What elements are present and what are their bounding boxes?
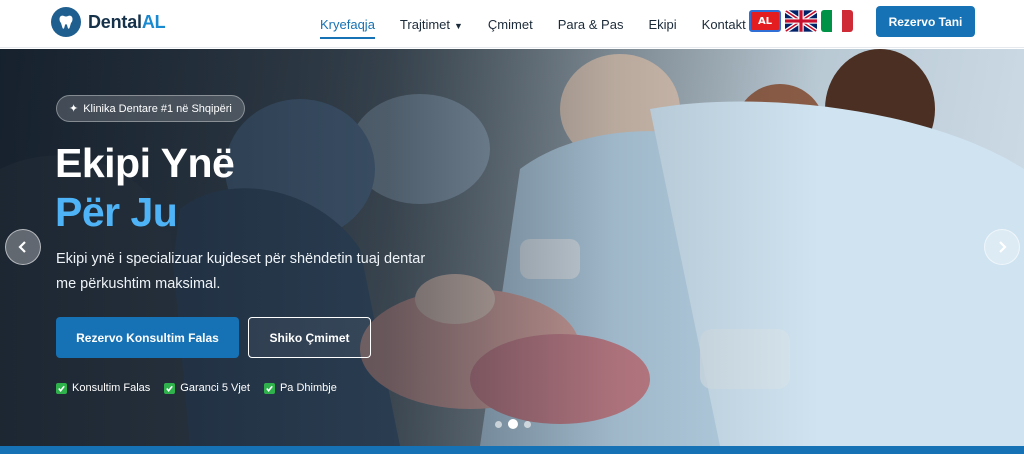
feature-item: Garanci 5 Vjet	[164, 382, 250, 394]
prev-slide-button[interactable]	[5, 229, 41, 265]
sparkle-icon: ✦	[69, 102, 79, 115]
nav-item-ekipi[interactable]: Ekipi	[648, 17, 676, 32]
hero-badge: ✦ Klinika Dentare #1 në Shqipëri	[56, 95, 245, 122]
hero-title-line2: Për Ju	[55, 189, 178, 235]
uk-flag-icon[interactable]	[785, 10, 817, 32]
book-consultation-button[interactable]: Rezervo Konsultim Falas	[56, 317, 239, 358]
italy-flag-icon[interactable]	[821, 10, 853, 32]
chevron-down-icon: ▼	[454, 20, 463, 31]
language-switcher: AL	[749, 10, 853, 32]
nav-item-para-pas[interactable]: Para & Pas	[558, 17, 624, 32]
checkmark-icon	[164, 382, 176, 394]
nav-item-trajtimet[interactable]: Trajtimet ▼	[400, 17, 463, 32]
hero-subtitle: Ekipi ynë i specializuar kujdeset për sh…	[56, 251, 426, 292]
slide-dot-3[interactable]	[524, 420, 531, 428]
hero-title-line1: Ekipi Ynë	[55, 140, 235, 186]
feature-item: Konsultim Falas	[56, 382, 150, 394]
tooth-icon	[51, 7, 81, 37]
chevron-left-icon	[18, 241, 26, 253]
slide-dot-1[interactable]	[495, 420, 502, 428]
feature-item: Pa Dhimbje	[263, 382, 337, 394]
nav-item-kryefaqja[interactable]: Kryefaqja	[320, 17, 375, 39]
checkmark-icon	[56, 382, 67, 394]
checkmark-icon	[263, 382, 275, 394]
chevron-right-icon	[999, 241, 1007, 253]
albania-flag-icon[interactable]: AL	[749, 10, 781, 32]
logo-text: DentalAL	[88, 11, 166, 32]
nav-item-kontakt[interactable]: Kontakt	[702, 17, 746, 32]
slide-dot-2[interactable]	[508, 419, 518, 429]
main-nav: Kryefaqja Trajtimet ▼ Çmimet Para & Pas E…	[320, 0, 771, 48]
section-divider	[0, 446, 1024, 454]
logo[interactable]: DentalAL	[51, 7, 166, 37]
hero-slider: ✦ Klinika Dentare #1 në Shqipëri Ekipi Yn…	[0, 49, 1024, 446]
hero-features: Konsultim Falas Garanci 5 Vjet Pa Dhimbj…	[56, 382, 337, 394]
next-slide-button[interactable]	[984, 229, 1020, 265]
slide-indicators	[495, 419, 531, 429]
view-prices-button[interactable]: Shiko Çmimet	[248, 317, 371, 358]
header-book-button[interactable]: Rezervo Tani	[876, 6, 975, 37]
site-header: DentalAL Kryefaqja Trajtimet ▼ Çmimet Par…	[0, 0, 1024, 48]
nav-item-cmimet[interactable]: Çmimet	[488, 17, 533, 32]
